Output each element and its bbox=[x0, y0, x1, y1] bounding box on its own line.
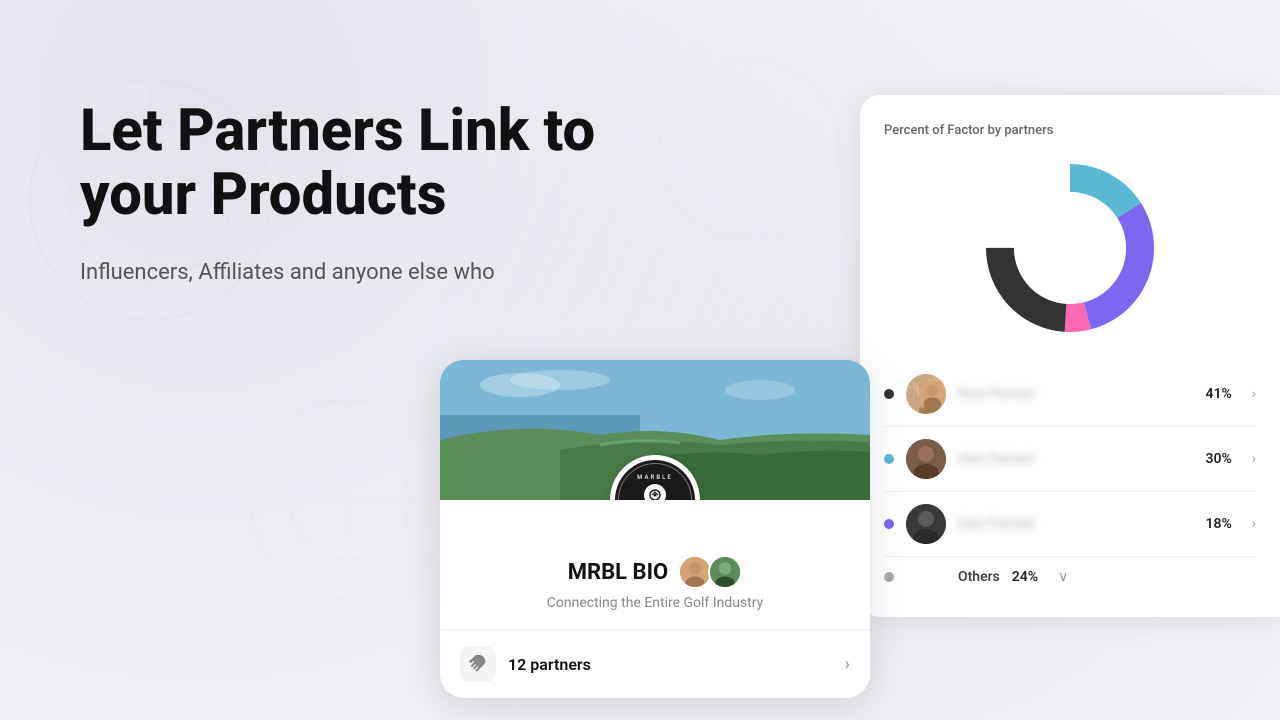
partner-pct-2: 30% bbox=[1205, 451, 1231, 467]
partner-row[interactable]: Alex Partner 30% › bbox=[884, 427, 1256, 492]
main-headline: Let Partners Link to your Products bbox=[80, 100, 660, 228]
partner-list: Nick Partner 41% › Alex Partner 30% › bbox=[884, 362, 1256, 597]
partner-name-2: Alex Partner bbox=[958, 451, 1193, 467]
partner-avatar-1 bbox=[906, 374, 946, 414]
card-tagline: Connecting the Entire Golf Industry bbox=[460, 595, 850, 611]
partner-dot-3 bbox=[884, 519, 894, 529]
others-label: Others bbox=[958, 569, 1000, 585]
handshake-icon bbox=[460, 646, 496, 682]
others-dot bbox=[884, 572, 894, 582]
logo-ring: MARBLE GOLF EST 2019 bbox=[618, 463, 692, 500]
mini-avatar-1 bbox=[678, 555, 712, 589]
card-footer[interactable]: 12 partners › bbox=[440, 629, 870, 698]
donut-hole bbox=[1014, 192, 1126, 304]
partner-name-1: Nick Partner bbox=[958, 386, 1193, 402]
partner-pct-1: 41% bbox=[1205, 386, 1231, 402]
subheadline: Influencers, Affiliates and anyone else … bbox=[80, 256, 660, 289]
partners-count: 12 partners bbox=[508, 655, 845, 674]
partner-chevron-1[interactable]: › bbox=[1252, 386, 1256, 402]
partner-avatars bbox=[678, 555, 742, 589]
partner-chevron-2[interactable]: › bbox=[1252, 451, 1256, 467]
chart-title: Percent of Factor by partners bbox=[884, 123, 1256, 138]
logo-top-text: MARBLE bbox=[637, 474, 673, 482]
card-logo-inner: MARBLE GOLF EST 2019 bbox=[615, 460, 695, 500]
left-section: Let Partners Link to your Products Influ… bbox=[80, 100, 660, 289]
profile-card: MARBLE GOLF EST 2019 bbox=[440, 360, 870, 698]
donut-chart bbox=[980, 158, 1160, 338]
card-body: MRBL BIO Connecting bbox=[440, 500, 870, 611]
partner-chevron-3[interactable]: › bbox=[1252, 516, 1256, 532]
card-banner: MARBLE GOLF EST 2019 bbox=[440, 360, 870, 500]
partner-dot-1 bbox=[884, 389, 894, 399]
footer-chevron-icon[interactable]: › bbox=[845, 654, 850, 675]
partner-row[interactable]: Nick Partner 41% › bbox=[884, 362, 1256, 427]
brand-name: MRBL BIO bbox=[568, 560, 668, 585]
card-name-row: MRBL BIO bbox=[460, 555, 850, 589]
others-pct: 24% bbox=[1012, 569, 1038, 585]
partner-avatar-3 bbox=[906, 504, 946, 544]
partner-avatar-2 bbox=[906, 439, 946, 479]
donut-chart-container bbox=[884, 158, 1256, 338]
others-row[interactable]: Others 24% ∨ bbox=[884, 557, 1256, 597]
logo-icon bbox=[644, 484, 666, 500]
partner-name-3: Sam Partner bbox=[958, 516, 1193, 532]
partner-pct-3: 18% bbox=[1205, 516, 1231, 532]
partner-row[interactable]: Sam Partner 18% › bbox=[884, 492, 1256, 557]
chart-card: Percent of Factor by partners bbox=[860, 95, 1280, 617]
partner-dot-2 bbox=[884, 454, 894, 464]
others-chevron[interactable]: ∨ bbox=[1058, 569, 1068, 585]
logo-center-content: MARBLE GOLF EST 2019 bbox=[637, 474, 673, 500]
mini-avatar-2 bbox=[708, 555, 742, 589]
